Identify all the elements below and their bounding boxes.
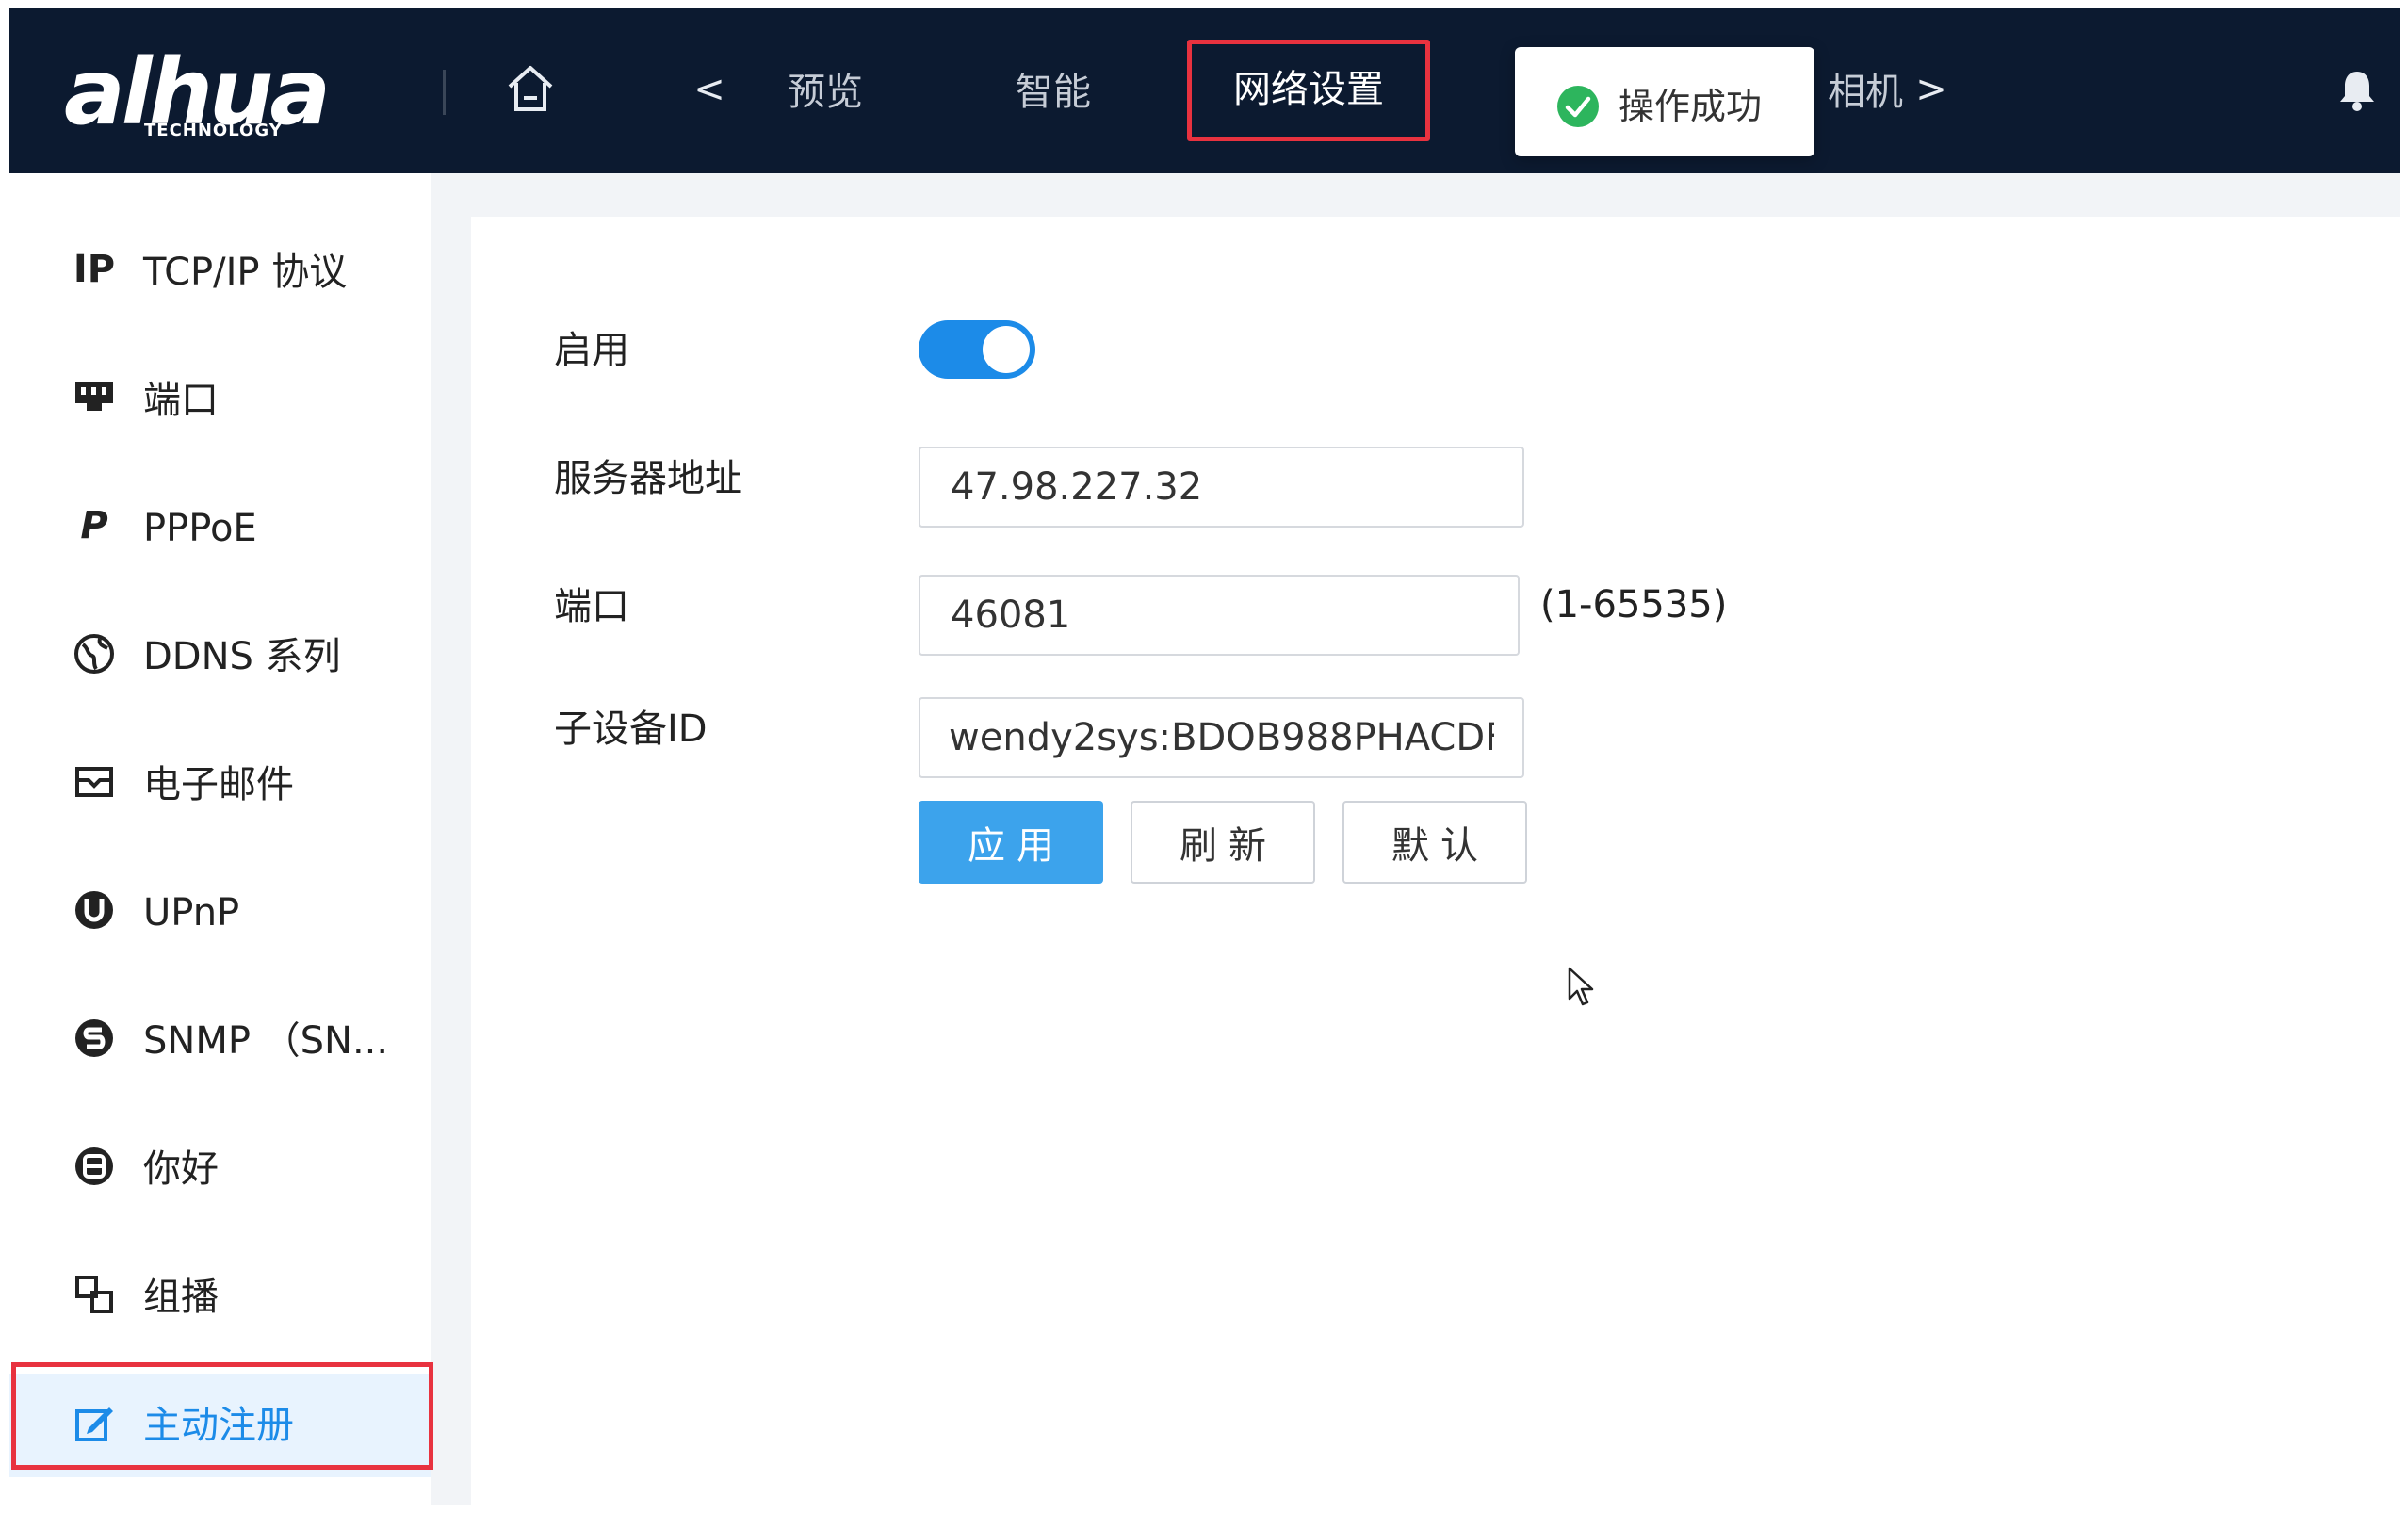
mail-icon bbox=[75, 767, 113, 797]
port-range-hint: (1-65535) bbox=[1540, 583, 1728, 626]
sidebar-item-email[interactable]: 电子邮件 bbox=[9, 733, 431, 837]
default-button[interactable]: 默认 bbox=[1342, 801, 1527, 884]
refresh-button[interactable]: 刷新 bbox=[1131, 801, 1315, 884]
sidebar-item-snmp[interactable]: SNMP （SN... bbox=[9, 989, 431, 1093]
active-item-highlight-frame bbox=[11, 1362, 433, 1470]
port-label: 端口 bbox=[554, 585, 629, 628]
home-icon[interactable] bbox=[504, 62, 557, 115]
nav-prev-arrow[interactable]: < bbox=[691, 66, 728, 113]
logo-subtitle: TECHNOLOGY bbox=[144, 121, 283, 140]
dahua-logo: alhua TECHNOLOGY bbox=[64, 45, 366, 149]
port-input[interactable] bbox=[919, 575, 1520, 656]
enable-toggle[interactable] bbox=[919, 320, 1035, 379]
check-circle-icon bbox=[1557, 86, 1599, 127]
bell-icon[interactable] bbox=[2336, 68, 2378, 113]
apply-button[interactable]: 应用 bbox=[919, 801, 1103, 884]
sidebar-item-label: SNMP （SN... bbox=[143, 1019, 389, 1063]
sidebar-item-label: UPnP bbox=[143, 891, 240, 935]
enable-label: 启用 bbox=[554, 329, 629, 372]
sidebar-item-tcpip[interactable]: IP TCP/IP 协议 bbox=[9, 220, 431, 324]
sidebar-item-ddns[interactable]: DDNS 系列 bbox=[9, 605, 431, 708]
sidebar-item-label: 电子邮件 bbox=[143, 763, 294, 806]
sidebar-item-label: 组播 bbox=[143, 1276, 219, 1319]
sidebar-item-label: DDNS 系列 bbox=[143, 635, 341, 678]
tab-intelligent[interactable]: 智能 bbox=[997, 55, 1110, 130]
subdevice-id-input[interactable] bbox=[919, 697, 1524, 778]
multicast-icon bbox=[75, 1276, 113, 1313]
bonjour-icon bbox=[75, 1147, 113, 1185]
server-address-label: 服务器地址 bbox=[554, 457, 742, 500]
server-address-input[interactable] bbox=[919, 447, 1524, 528]
main-content-panel: 启用 服务器地址 端口 (1-65535) 子设备ID 应用 刷新 默认 bbox=[471, 217, 2400, 1505]
nav-next-arrow[interactable]: > bbox=[1912, 66, 1950, 113]
sidebar-item-upnp[interactable]: UPnP bbox=[9, 861, 431, 965]
sidebar-item-port[interactable]: 端口 bbox=[9, 349, 431, 452]
subdevice-id-label: 子设备ID bbox=[554, 708, 708, 751]
sidebar-item-label: 端口 bbox=[143, 379, 219, 422]
tab-network-settings[interactable]: 网络设置 bbox=[1187, 40, 1430, 141]
ip-icon: IP bbox=[73, 248, 116, 291]
sidebar-item-label: PPPoE bbox=[143, 507, 257, 550]
upnp-icon bbox=[75, 891, 113, 929]
pppoe-icon: P bbox=[80, 504, 108, 547]
top-navigation-bar: alhua TECHNOLOGY < 预览 智能 网络设置 操作成功 相机 > bbox=[9, 8, 2400, 173]
sidebar-item-label: TCP/IP 协议 bbox=[143, 251, 348, 294]
mouse-cursor-icon bbox=[1568, 967, 1594, 1006]
sidebar: IP TCP/IP 协议 端口 P PPPoE DDNS 系列 电子邮件 UPn… bbox=[9, 173, 431, 1505]
app-window: alhua TECHNOLOGY < 预览 智能 网络设置 操作成功 相机 > bbox=[9, 8, 2400, 1505]
sidebar-item-pppoe[interactable]: P PPPoE bbox=[9, 477, 431, 580]
sidebar-item-label: 你好 bbox=[143, 1147, 219, 1191]
tab-camera[interactable]: 相机 bbox=[1828, 55, 1903, 130]
tab-preview[interactable]: 预览 bbox=[769, 55, 882, 130]
toggle-knob bbox=[983, 326, 1030, 373]
globe-icon bbox=[74, 634, 114, 674]
sidebar-item-bonjour[interactable]: 你好 bbox=[9, 1117, 431, 1221]
snmp-icon bbox=[75, 1019, 113, 1057]
success-toast: 操作成功 bbox=[1515, 47, 1814, 156]
toast-message: 操作成功 bbox=[1619, 86, 1763, 127]
nav-divider bbox=[443, 70, 446, 115]
sidebar-item-multicast[interactable]: 组播 bbox=[9, 1245, 431, 1349]
port-icon bbox=[75, 382, 113, 411]
